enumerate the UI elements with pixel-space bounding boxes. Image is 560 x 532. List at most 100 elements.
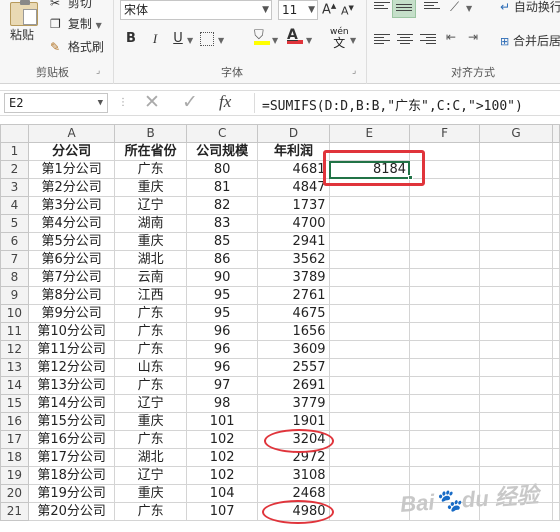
cell[interactable]: [328, 250, 411, 269]
underline-button[interactable]: U: [169, 30, 187, 48]
cell[interactable]: 山东: [114, 358, 187, 377]
cell[interactable]: 第11分公司: [27, 340, 116, 359]
cell[interactable]: [552, 430, 560, 449]
cell[interactable]: 第1分公司: [27, 160, 116, 179]
cell[interactable]: [552, 358, 560, 377]
cell[interactable]: [328, 214, 411, 233]
cell[interactable]: [328, 484, 411, 503]
cell[interactable]: 第14分公司: [27, 394, 116, 413]
cell[interactable]: 3789: [257, 268, 330, 287]
cell[interactable]: [479, 322, 553, 341]
cell[interactable]: 96: [185, 322, 259, 341]
cell[interactable]: [409, 232, 480, 251]
enter-check-icon[interactable]: ✓: [182, 91, 198, 113]
cell[interactable]: 3562: [257, 250, 330, 269]
cell[interactable]: [409, 412, 480, 431]
cell[interactable]: [552, 268, 560, 287]
cell[interactable]: [479, 448, 553, 467]
row-header[interactable]: 13: [0, 358, 29, 377]
cell[interactable]: [479, 142, 553, 161]
cell[interactable]: [552, 484, 560, 503]
orientation-icon[interactable]: ⟋: [450, 0, 459, 15]
cell[interactable]: [409, 340, 480, 359]
name-box[interactable]: E2 ▼: [4, 93, 108, 113]
cell[interactable]: [479, 358, 553, 377]
italic-button[interactable]: I: [146, 30, 164, 48]
cell[interactable]: 81: [185, 178, 259, 197]
cell[interactable]: 广东: [114, 376, 187, 395]
cell[interactable]: 96: [185, 358, 259, 377]
cell[interactable]: [409, 196, 480, 215]
row-header[interactable]: 12: [0, 340, 29, 359]
cell[interactable]: 第20分公司: [27, 502, 116, 521]
cell[interactable]: [328, 448, 411, 467]
cell[interactable]: [409, 214, 480, 233]
cell[interactable]: 2941: [257, 232, 330, 251]
increase-indent-icon[interactable]: ⇥: [468, 30, 478, 44]
cell[interactable]: [409, 250, 480, 269]
row-header[interactable]: 3: [0, 178, 29, 197]
borders-icon[interactable]: [200, 32, 214, 46]
align-right-icon[interactable]: [420, 34, 436, 46]
cell[interactable]: 90: [185, 268, 259, 287]
cell[interactable]: [552, 142, 560, 161]
cell[interactable]: 95: [185, 304, 259, 323]
column-header-g[interactable]: G: [479, 124, 553, 143]
cell[interactable]: 2691: [257, 376, 330, 395]
cell[interactable]: 重庆: [114, 178, 187, 197]
cell[interactable]: 第12分公司: [27, 358, 116, 377]
decrease-indent-icon[interactable]: ⇤: [446, 30, 456, 44]
cell[interactable]: [479, 394, 553, 413]
increase-font-size-button[interactable]: A▲: [322, 2, 336, 17]
row-header[interactable]: 5: [0, 214, 29, 233]
cell[interactable]: [328, 196, 411, 215]
cell[interactable]: 江西: [114, 286, 187, 305]
cell[interactable]: 4700: [257, 214, 330, 233]
cell[interactable]: [409, 376, 480, 395]
column-header-d[interactable]: D: [257, 124, 330, 143]
cell[interactable]: 107: [185, 502, 259, 521]
phonetic-guide-button[interactable]: wén 文: [330, 28, 349, 50]
cell[interactable]: 湖北: [114, 448, 187, 467]
cell[interactable]: 4681: [257, 160, 330, 179]
cell[interactable]: 102: [185, 466, 259, 485]
cell[interactable]: 辽宁: [114, 196, 187, 215]
font-color-dropdown-icon[interactable]: ▼: [306, 36, 312, 45]
row-header[interactable]: 7: [0, 250, 29, 269]
cell[interactable]: [552, 412, 560, 431]
cell[interactable]: 82: [185, 196, 259, 215]
row-header[interactable]: 19: [0, 466, 29, 485]
fill-color-button[interactable]: ⛉: [254, 28, 270, 45]
decrease-font-size-button[interactable]: A▼: [341, 4, 354, 18]
row-header[interactable]: 6: [0, 232, 29, 251]
cell[interactable]: 湖南: [114, 214, 187, 233]
formula-input[interactable]: =SUMIFS(D:D,B:B,"广东",C:C,">100"): [262, 95, 523, 114]
cell[interactable]: [479, 232, 553, 251]
orientation-dropdown-icon[interactable]: ▼: [466, 4, 472, 13]
cell[interactable]: [552, 196, 560, 215]
column-header-b[interactable]: B: [114, 124, 187, 143]
cell[interactable]: [552, 232, 560, 251]
align-center-icon[interactable]: [397, 34, 413, 46]
row-header[interactable]: 20: [0, 484, 29, 503]
middle-align-button[interactable]: [392, 0, 416, 18]
cell[interactable]: 第5分公司: [27, 232, 116, 251]
cell[interactable]: [328, 286, 411, 305]
clipboard-dialog-launcher-icon[interactable]: ⌟: [96, 66, 100, 76]
cell[interactable]: 101: [185, 412, 259, 431]
cell[interactable]: [479, 430, 553, 449]
cell[interactable]: 80: [185, 160, 259, 179]
row-header[interactable]: 14: [0, 376, 29, 395]
cell[interactable]: [479, 376, 553, 395]
paste-button[interactable]: 粘贴: [10, 0, 38, 43]
cell[interactable]: 第2分公司: [27, 178, 116, 197]
row-header[interactable]: 16: [0, 412, 29, 431]
cell[interactable]: [479, 340, 553, 359]
column-header-f[interactable]: F: [409, 124, 480, 143]
cell[interactable]: [328, 232, 411, 251]
cell[interactable]: 云南: [114, 268, 187, 287]
cell[interactable]: 3609: [257, 340, 330, 359]
cell[interactable]: 湖北: [114, 250, 187, 269]
cell[interactable]: 2761: [257, 286, 330, 305]
header-cell[interactable]: 公司规模: [185, 142, 259, 161]
